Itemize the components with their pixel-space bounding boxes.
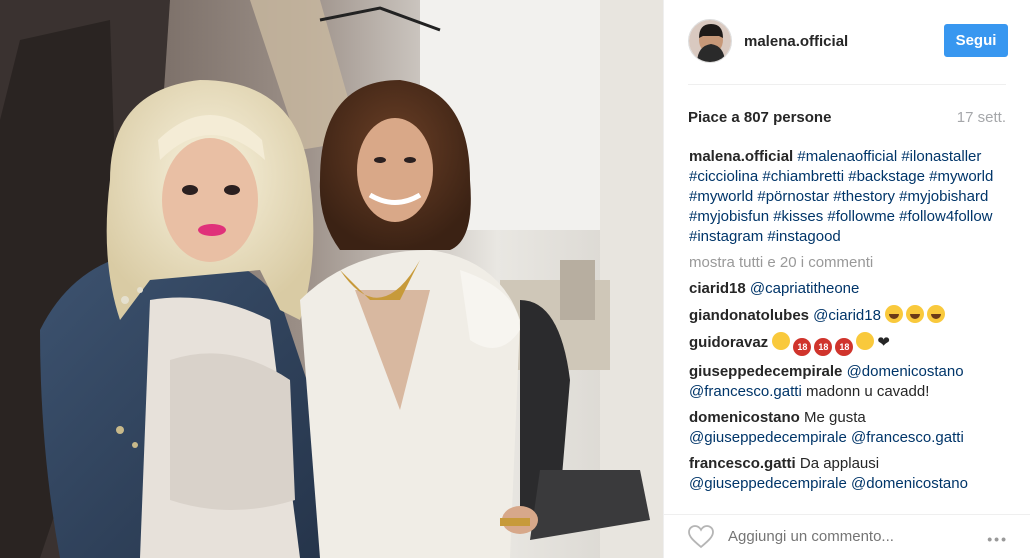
laughing-emoji-icon xyxy=(927,305,946,323)
comment-text: Da applausi xyxy=(799,455,880,472)
post-timestamp[interactable]: 17 sett. xyxy=(957,109,1006,126)
comment-username[interactable]: giuseppedecempirale xyxy=(689,363,842,380)
laughing-emoji-icon xyxy=(885,305,904,323)
comment: francesco.gatti Da applausi @giuseppedec… xyxy=(689,454,1008,494)
laughing-emoji-icon xyxy=(906,305,925,323)
comment-mention[interactable]: @francesco.gatti xyxy=(851,429,964,446)
likes-row: Piace a 807 persone 17 sett. xyxy=(688,106,1006,128)
comment-username[interactable]: francesco.gatti xyxy=(689,455,796,472)
hashtag[interactable]: #myjobisfun xyxy=(689,208,769,225)
no-under-18-emoji-icon: 18 xyxy=(835,338,854,356)
hashtag[interactable]: #myworld xyxy=(689,188,753,205)
more-options-icon[interactable]: ••• xyxy=(987,531,1008,547)
likes-count[interactable]: Piace a 807 persone xyxy=(688,109,831,126)
post-footer: ••• xyxy=(664,514,1030,558)
hashtag[interactable]: #backstage xyxy=(848,168,925,185)
post-photo[interactable] xyxy=(0,0,663,558)
comment-mention[interactable]: @francesco.gatti xyxy=(689,383,802,400)
comment-mention[interactable]: @capriatitheone xyxy=(750,280,859,297)
comment-text: Me gusta xyxy=(804,409,866,426)
hashtag[interactable]: #cicciolina xyxy=(689,168,758,185)
comment-username[interactable]: guidoravaz xyxy=(689,334,768,351)
comment-mention[interactable]: @giuseppedecempirale xyxy=(689,429,847,446)
comment-mention[interactable]: @domenicostano xyxy=(851,475,968,492)
no-under-18-emoji-icon: 18 xyxy=(814,338,833,356)
heart-emoji-icon: ❤ xyxy=(877,334,890,351)
avatar[interactable] xyxy=(688,19,732,63)
follow-button[interactable]: Segui xyxy=(944,24,1008,57)
hashtag[interactable]: #myjobishard xyxy=(899,188,988,205)
hashtag[interactable]: #kisses xyxy=(773,208,823,225)
kiss-emoji-icon xyxy=(856,332,875,350)
post-header: malena.official Segui xyxy=(688,16,1008,66)
load-more-comments[interactable]: mostra tutti e 20 i commenti xyxy=(689,253,1008,273)
hashtag[interactable]: #chiambretti xyxy=(762,168,844,185)
comment: guidoravaz 18 18 18 ❤ xyxy=(689,332,1008,356)
instagram-post-modal: malena.official Segui Piace a 807 person… xyxy=(0,0,1030,558)
comment-mention[interactable]: @domenicostano xyxy=(847,363,964,380)
avatar-image xyxy=(689,20,731,62)
comment-mention[interactable]: @ciarid18 xyxy=(813,307,881,324)
comment-username[interactable]: ciarid18 xyxy=(689,280,746,297)
caption: malena.official #malenaofficial #ilonast… xyxy=(689,147,1008,247)
username[interactable]: malena.official xyxy=(744,33,848,50)
heart-outline-icon[interactable] xyxy=(688,524,714,549)
hashtag[interactable]: #thestory xyxy=(833,188,895,205)
hashtag[interactable]: #instagood xyxy=(767,228,840,245)
hashtag[interactable]: #ilonastaller xyxy=(901,148,981,165)
no-under-18-emoji-icon: 18 xyxy=(793,338,812,356)
comment-text: madonn u cavadd! xyxy=(805,383,930,400)
comment: ciarid18 @capriatitheone xyxy=(689,279,1008,299)
comment: giandonatolubes @ciarid18 xyxy=(689,305,1008,326)
hashtag[interactable]: #malenaofficial xyxy=(797,148,897,165)
comment: domenicostano Me gusta @giuseppedecempir… xyxy=(689,408,1008,448)
header-divider xyxy=(688,84,1006,85)
comment: giuseppedecempirale @domenicostano @fran… xyxy=(689,362,1008,402)
hashtag[interactable]: #follow4follow xyxy=(899,208,992,225)
comment-username[interactable]: domenicostano xyxy=(689,409,800,426)
photo-illustration xyxy=(0,0,663,558)
thumbs-up-emoji-icon xyxy=(772,332,791,350)
hashtag[interactable]: #followme xyxy=(827,208,895,225)
comments-list: malena.official #malenaofficial #ilonast… xyxy=(689,147,1008,514)
comment-username[interactable]: giandonatolubes xyxy=(689,307,809,324)
comment-mention[interactable]: @giuseppedecempirale xyxy=(689,475,847,492)
post-side-panel: malena.official Segui Piace a 807 person… xyxy=(663,0,1030,558)
hashtag[interactable]: #myworld xyxy=(929,168,993,185)
hashtag[interactable]: #instagram xyxy=(689,228,763,245)
add-comment-input[interactable] xyxy=(728,528,958,545)
caption-username[interactable]: malena.official xyxy=(689,148,793,165)
hashtag[interactable]: #pörnostar xyxy=(757,188,829,205)
